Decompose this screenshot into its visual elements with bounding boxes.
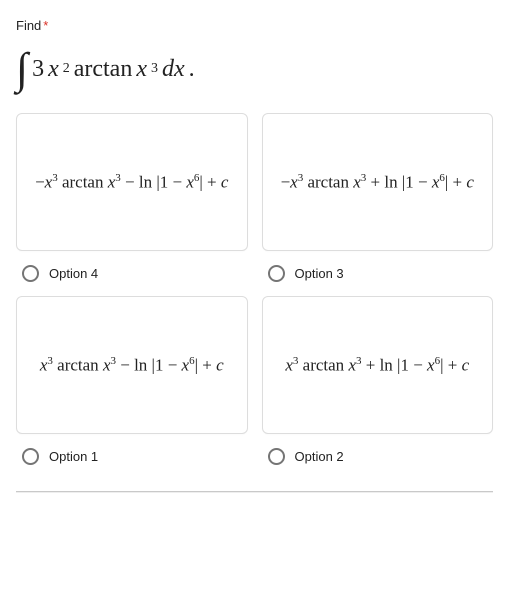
option-card: x3 arctan x3 − ln |1 − x6| + c bbox=[16, 296, 248, 434]
option-label: Option 3 bbox=[295, 266, 344, 281]
question-expression: ∫ 3x2 arctan x3 dx. bbox=[16, 47, 493, 91]
option-row[interactable]: Option 2 bbox=[262, 448, 494, 465]
question-prompt: Find* bbox=[16, 18, 493, 33]
radio-icon[interactable] bbox=[268, 448, 285, 465]
option-formula: x3 arctan x3 + ln |1 − x6| + c bbox=[285, 355, 469, 376]
option-formula: −x3 arctan x3 + ln |1 − x6| + c bbox=[281, 172, 474, 193]
option-cell-3: −x3 arctan x3 + ln |1 − x6| + c Option 3 bbox=[262, 113, 494, 282]
option-card: x3 arctan x3 + ln |1 − x6| + c bbox=[262, 296, 494, 434]
radio-icon[interactable] bbox=[22, 265, 39, 282]
option-label: Option 1 bbox=[49, 449, 98, 464]
option-formula: −x3 arctan x3 − ln |1 − x6| + c bbox=[35, 172, 228, 193]
option-label: Option 4 bbox=[49, 266, 98, 281]
options-grid: −x3 arctan x3 − ln |1 − x6| + c Option 4… bbox=[16, 113, 493, 465]
option-formula: x3 arctan x3 − ln |1 − x6| + c bbox=[40, 355, 224, 376]
option-card: −x3 arctan x3 + ln |1 − x6| + c bbox=[262, 113, 494, 251]
option-cell-4: −x3 arctan x3 − ln |1 − x6| + c Option 4 bbox=[16, 113, 248, 282]
option-row[interactable]: Option 3 bbox=[262, 265, 494, 282]
option-cell-2: x3 arctan x3 + ln |1 − x6| + c Option 2 bbox=[262, 296, 494, 465]
option-label: Option 2 bbox=[295, 449, 344, 464]
radio-icon[interactable] bbox=[22, 448, 39, 465]
option-cell-1: x3 arctan x3 − ln |1 − x6| + c Option 1 bbox=[16, 296, 248, 465]
option-card: −x3 arctan x3 − ln |1 − x6| + c bbox=[16, 113, 248, 251]
radio-icon[interactable] bbox=[268, 265, 285, 282]
option-row[interactable]: Option 4 bbox=[16, 265, 248, 282]
divider bbox=[16, 491, 493, 492]
prompt-text: Find bbox=[16, 18, 41, 33]
option-row[interactable]: Option 1 bbox=[16, 448, 248, 465]
required-marker: * bbox=[43, 18, 48, 33]
